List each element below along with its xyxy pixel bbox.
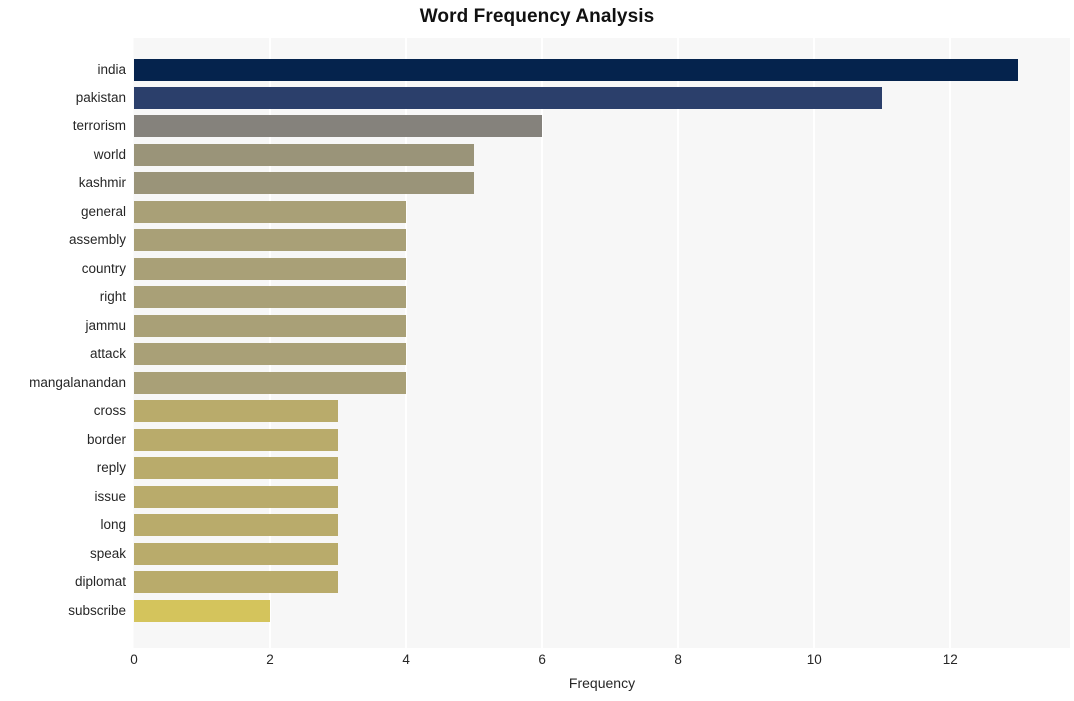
y-axis-tick-label: diplomat: [74, 574, 126, 590]
x-axis-ticks: 0 2 4 6 8 10 12: [0, 652, 1074, 672]
bar: [134, 86, 883, 109]
bar: [134, 343, 407, 366]
bar: [134, 599, 271, 622]
x-axis-tick-label: 6: [538, 652, 546, 667]
bar: [134, 314, 407, 337]
y-axis-tick-label: pakistan: [75, 89, 126, 105]
y-axis-labels: india pakistan terrorism world kashmir genera…: [0, 38, 126, 648]
bar: [134, 200, 407, 223]
x-axis-title: Frequency: [568, 675, 636, 691]
y-axis-tick-label: reply: [96, 460, 126, 476]
bar: [134, 457, 339, 480]
y-axis-tick-label: border: [86, 431, 126, 447]
x-axis-tick-label: 10: [806, 652, 822, 667]
bar: [134, 229, 407, 252]
chart-title: Word Frequency Analysis: [419, 6, 655, 27]
y-axis-tick-label: world: [93, 146, 126, 162]
y-axis-tick-label: issue: [94, 488, 126, 504]
plot-area: [133, 38, 1070, 648]
y-axis-tick-label: mangalanandan: [29, 374, 126, 390]
bar: [134, 514, 339, 537]
bar: [134, 485, 339, 508]
bar: [134, 257, 407, 280]
bar: [134, 58, 1019, 81]
bar: [134, 286, 407, 309]
x-axis-tick-label: 2: [266, 652, 274, 667]
y-axis-tick-label: right: [99, 289, 126, 305]
y-axis-tick-label: jammu: [85, 317, 126, 333]
y-axis-tick-label: long: [100, 517, 126, 533]
bar: [134, 143, 475, 166]
y-axis-tick-label: india: [97, 61, 126, 77]
bar: [134, 115, 543, 138]
bar: [134, 371, 407, 394]
x-axis-tick-label: 8: [674, 652, 682, 667]
bar: [134, 542, 339, 565]
bar: [134, 428, 339, 451]
x-axis-tick-label: 0: [130, 652, 138, 667]
y-axis-tick-label: cross: [93, 403, 126, 419]
y-axis-tick-label: country: [81, 260, 126, 276]
y-axis-tick-label: terrorism: [72, 118, 126, 134]
y-axis-tick-label: attack: [89, 346, 126, 362]
bar: [134, 400, 339, 423]
word-frequency-chart: Word Frequency Analysis india pakistan ter…: [0, 0, 1074, 701]
y-axis-tick-label: subscribe: [68, 602, 126, 618]
x-axis-tick-label: 12: [942, 652, 958, 667]
x-axis-tick-label: 4: [402, 652, 410, 667]
y-axis-tick-label: assembly: [68, 232, 126, 248]
bar: [134, 571, 339, 594]
y-axis-tick-label: speak: [89, 545, 126, 561]
y-axis-tick-label: general: [80, 203, 126, 219]
y-axis-tick-label: kashmir: [78, 175, 126, 191]
bar: [134, 172, 475, 195]
bar-series: [134, 38, 1070, 648]
